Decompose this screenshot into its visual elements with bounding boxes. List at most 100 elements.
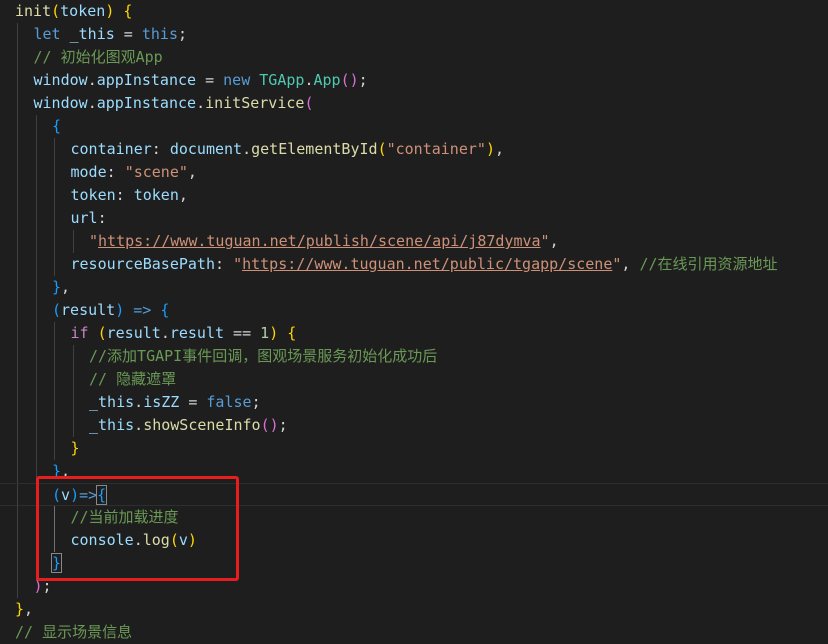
code-line[interactable]: url:: [0, 207, 828, 230]
indent-guide: [17, 207, 18, 230]
token: ,: [621, 255, 640, 273]
token: }: [52, 462, 62, 480]
indent-guide: [17, 276, 18, 299]
code-line[interactable]: window.appInstance = new TGApp.App();: [0, 69, 828, 92]
indent-guide: [35, 460, 37, 483]
token: :: [115, 186, 134, 204]
code-text: // 显示场景信息: [15, 621, 132, 644]
code-text: mode: "scene",: [71, 161, 197, 184]
token: }: [50, 553, 63, 573]
code-line[interactable]: // 显示场景信息: [0, 621, 828, 644]
token: TGApp: [259, 71, 305, 89]
token: .: [134, 416, 144, 434]
code-line[interactable]: window.appInstance.initService(: [0, 92, 828, 115]
indent-guide: [35, 161, 37, 184]
code-text: token: token,: [71, 184, 188, 207]
indent-guide: [35, 115, 37, 138]
code-line[interactable]: },: [0, 460, 828, 483]
code-line[interactable]: }: [0, 437, 828, 460]
token: false: [206, 393, 252, 411]
indent-guide: [35, 207, 37, 230]
token: initService: [205, 94, 305, 112]
token: ): [70, 486, 80, 504]
indent-guide: [17, 138, 18, 161]
code-text: }: [50, 552, 63, 575]
token: =: [196, 71, 224, 89]
code-text: _this.showSceneInfo();: [89, 414, 288, 437]
indent-guide: [17, 506, 18, 529]
indent-guide: [17, 368, 18, 391]
code-editor[interactable]: init(token) {let _this = this;// 初始化图观Ap…: [0, 0, 828, 641]
token: {: [160, 301, 170, 319]
code-line[interactable]: resourceBasePath: "https://www.tuguan.ne…: [0, 253, 828, 276]
token: result: [106, 324, 161, 342]
code-line[interactable]: {: [0, 115, 828, 138]
indent-guide: [17, 184, 18, 207]
indent-guide: [72, 414, 74, 437]
token: ): [269, 416, 279, 434]
token: // 显示场景信息: [15, 623, 133, 641]
token: https://www.tuguan.net/publish/scene/api…: [98, 232, 541, 250]
token: ,: [178, 186, 188, 204]
code-line[interactable]: if (result.result == 1) {: [0, 322, 828, 345]
token: }: [52, 278, 62, 296]
token: isZZ: [143, 393, 180, 411]
code-line[interactable]: (result) => {: [0, 299, 828, 322]
indent-guide: [35, 414, 37, 437]
token: init: [15, 2, 52, 20]
code-line[interactable]: mode: "scene",: [0, 161, 828, 184]
code-text: console.log(v): [71, 529, 197, 552]
token: v: [178, 531, 188, 549]
indent-guide: [72, 230, 74, 253]
code-line[interactable]: _this.isZZ = false;: [0, 391, 828, 414]
token: url: [70, 209, 98, 227]
code-text: init(token) {: [15, 0, 132, 23]
token: // 隐藏遮罩: [89, 370, 177, 388]
code-text: (result) => {: [52, 299, 169, 322]
code-line[interactable]: console.log(v): [0, 529, 828, 552]
token: ): [105, 2, 115, 20]
token: :: [106, 163, 125, 181]
code-line[interactable]: init(token) {: [0, 0, 828, 23]
token: ): [485, 140, 495, 158]
indent-guide: [35, 138, 37, 161]
indent-guide: [54, 529, 55, 552]
indent-guide: [17, 575, 18, 598]
indent-guide: [17, 92, 18, 115]
indent-guide: [17, 484, 18, 507]
code-line[interactable]: // 初始化图观App: [0, 46, 828, 69]
code-line[interactable]: }: [0, 552, 828, 575]
token: if: [70, 324, 89, 342]
indent-guide: [35, 529, 37, 552]
token: getElementById: [251, 140, 378, 158]
code-text: },: [15, 598, 33, 621]
code-line[interactable]: container: document.getElementById("cont…: [0, 138, 828, 161]
code-line[interactable]: _this.showSceneInfo();: [0, 414, 828, 437]
code-line[interactable]: },: [0, 276, 828, 299]
token: result: [169, 324, 225, 342]
code-line[interactable]: "https://www.tuguan.net/publish/scene/ap…: [0, 230, 828, 253]
token: ": [233, 255, 243, 273]
code-line[interactable]: //添加TGAPI事件回调，图观场景服务初始化成功后: [0, 345, 828, 368]
indent-guide: [17, 322, 18, 345]
code-line[interactable]: (v)=>{: [0, 483, 828, 507]
token: :: [215, 255, 234, 273]
token: =: [179, 393, 207, 411]
code-text: url:: [71, 207, 107, 230]
code-line[interactable]: },: [0, 598, 828, 621]
code-text: // 隐藏遮罩: [89, 368, 176, 391]
code-line[interactable]: token: token,: [0, 184, 828, 207]
token: (: [260, 416, 270, 434]
indent-guide: [17, 552, 18, 575]
indent-guide: [35, 253, 37, 276]
token: appInstance: [96, 71, 197, 89]
code-line[interactable]: // 隐藏遮罩: [0, 368, 828, 391]
code-line[interactable]: //当前加载进度: [0, 506, 828, 529]
code-line[interactable]: let _this = this;: [0, 23, 828, 46]
code-text: },: [52, 460, 70, 483]
token: {: [96, 485, 108, 505]
code-line[interactable]: );: [0, 575, 828, 598]
token: ": [89, 232, 99, 250]
